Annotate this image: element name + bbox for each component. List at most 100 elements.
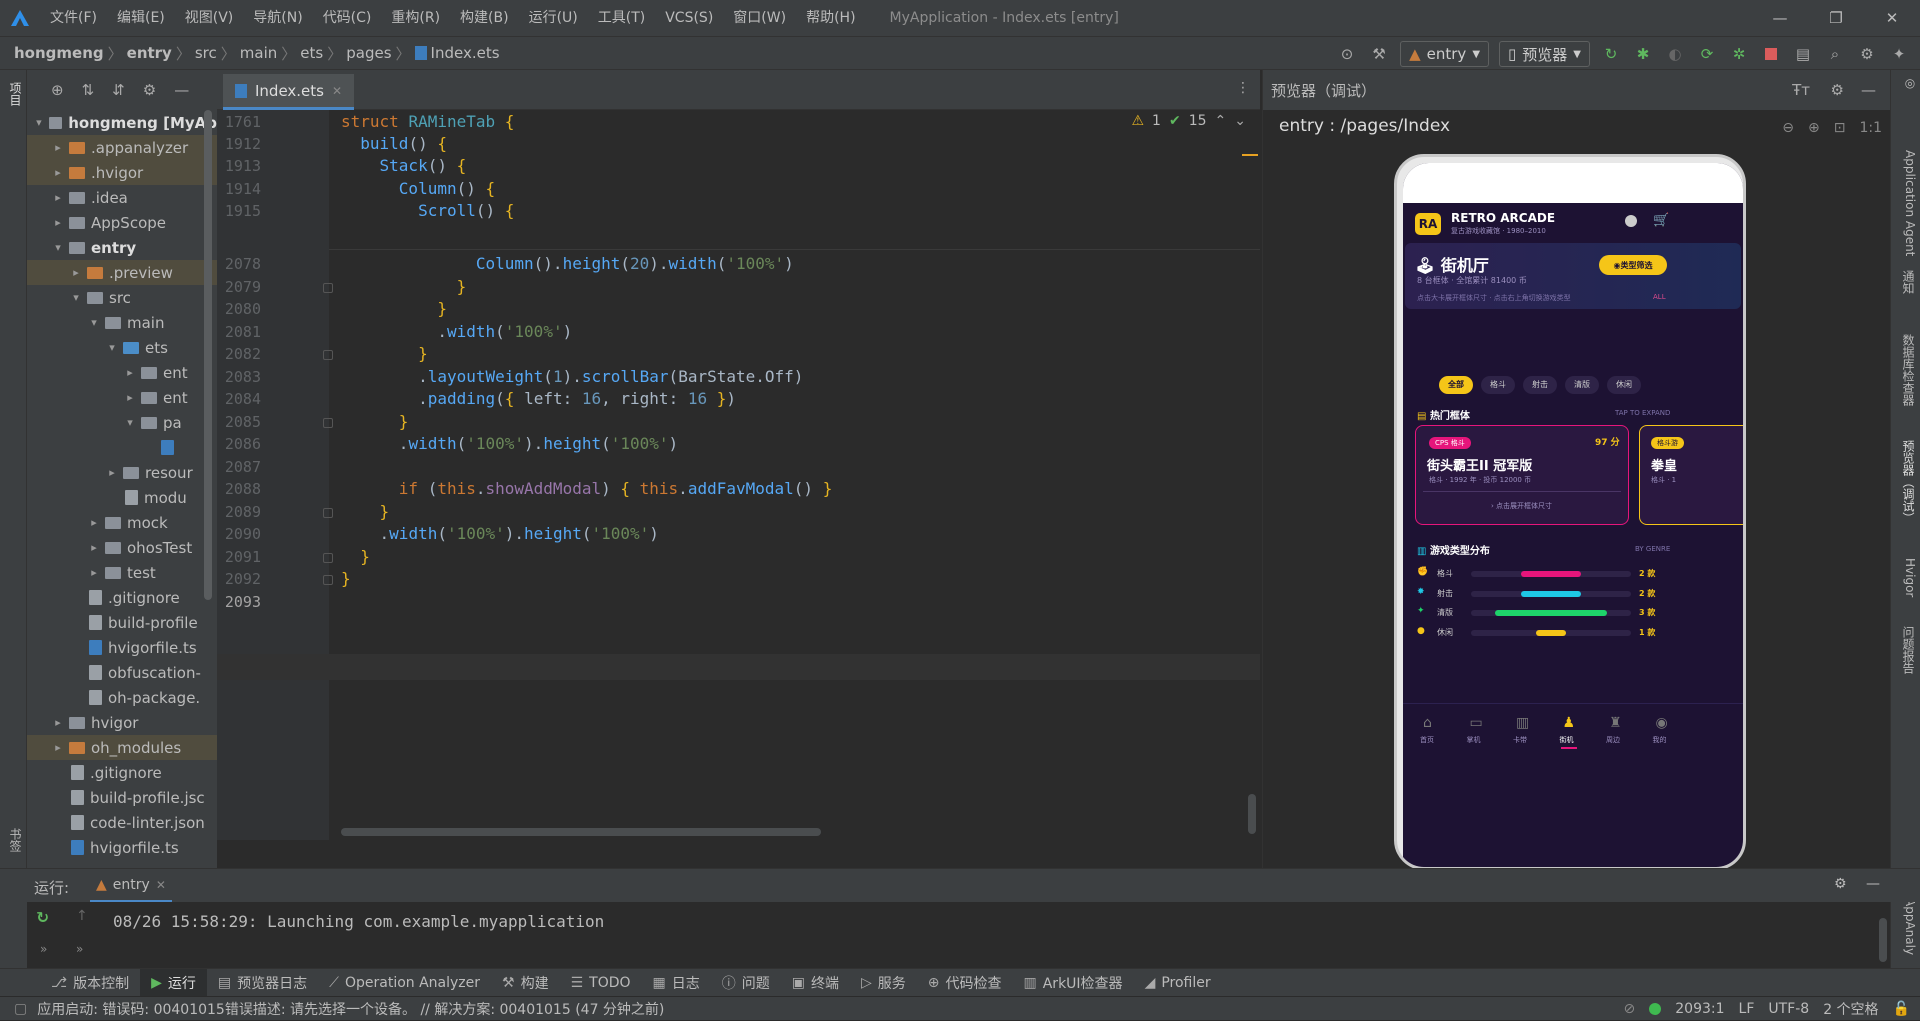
tree-item[interactable]: .gitignore [27, 585, 217, 610]
close-tab-icon[interactable]: ✕ [332, 84, 342, 98]
tab-application-agent[interactable]: Application Agent [1897, 150, 1917, 256]
locate-icon[interactable]: ⊕ [51, 81, 64, 99]
tree-item[interactable]: ▸ resour [27, 460, 217, 485]
settings-icon[interactable]: ⚙ [143, 81, 156, 99]
vertical-scrollbar[interactable] [1248, 794, 1256, 834]
chevron-right-icon[interactable]: ▸ [87, 541, 101, 554]
menu-item[interactable]: 文件(F) [40, 0, 107, 36]
tree-item[interactable]: ▸ ent [27, 385, 217, 410]
chevron-right-icon[interactable]: ▸ [51, 141, 65, 154]
apply-changes-icon[interactable]: ⟳ [1696, 43, 1718, 65]
menu-item[interactable]: 代码(C) [313, 0, 382, 36]
fold-marker-icon[interactable] [323, 283, 333, 293]
tree-item[interactable]: ▸ .preview [27, 260, 217, 285]
menu-item[interactable]: 视图(V) [175, 0, 244, 36]
tree-item[interactable]: hvigorfile.ts [27, 635, 217, 660]
breadcrumb-item[interactable]: entry [127, 44, 172, 62]
genre-chip[interactable]: 全部 [1439, 376, 1473, 394]
menu-item[interactable]: 工具(T) [588, 0, 655, 36]
genre-chip[interactable]: 格斗 [1481, 376, 1515, 394]
status-message[interactable]: 应用启动: 错误码: 00401015错误描述: 请先选择一个设备。 // 解决… [37, 999, 664, 1019]
tree-item[interactable]: modu [27, 485, 217, 510]
console-scrollbar[interactable] [1879, 918, 1887, 962]
restore-icon[interactable]: ❐ [1808, 0, 1864, 36]
font-icon[interactable]: Ŧт [1792, 81, 1810, 99]
hide-icon[interactable]: — [1866, 876, 1880, 892]
expand-icon[interactable]: » [40, 942, 47, 956]
run-tab-entry[interactable]: ▲ entry ✕ [90, 869, 172, 903]
tool-window-button[interactable]: ⊕ 代码检查 [917, 969, 1013, 997]
hide-icon[interactable]: — [174, 81, 189, 99]
menu-item[interactable]: 导航(N) [243, 0, 312, 36]
fold-marker-icon[interactable] [323, 418, 333, 428]
attach-icon[interactable]: ◐ [1664, 43, 1686, 65]
tab-hvigor[interactable]: Hvigor [1897, 558, 1917, 597]
close-tab-icon[interactable]: ✕ [156, 878, 166, 892]
chevron-right-icon[interactable]: ▸ [51, 191, 65, 204]
tree-item[interactable]: ▸ ohosTest [27, 535, 217, 560]
chevron-right-icon[interactable]: ▸ [51, 741, 65, 754]
lock-icon[interactable]: 🔓 [1893, 1001, 1910, 1017]
tree-item[interactable]: ▸ oh_modules [27, 735, 217, 760]
settings-icon[interactable]: ⚙ [1831, 81, 1844, 99]
more-icon[interactable]: ⋮ [1236, 80, 1250, 96]
breadcrumb-item[interactable]: pages [346, 44, 391, 62]
tool-window-button[interactable]: ⟋ Operation Analyzer [318, 969, 491, 997]
tool-window-button[interactable]: ▷ 服务 [850, 969, 917, 997]
chevron-right-icon[interactable]: ▸ [69, 266, 83, 279]
zoom-in-icon[interactable]: ⊕ [1808, 120, 1820, 136]
nav-label[interactable]: 掌机 [1467, 735, 1481, 745]
inspection-widget[interactable]: ⚠ 1 ✔ 15 ⌃ ⌄ [1131, 110, 1246, 132]
caret-position[interactable]: 2093:1 [1675, 1001, 1724, 1017]
fit-icon[interactable]: ⊡ [1834, 120, 1846, 136]
debug-icon[interactable]: ✱ [1632, 43, 1654, 65]
hammer-icon[interactable]: ⚒ [1368, 43, 1390, 65]
menu-item[interactable]: 编辑(E) [107, 0, 175, 36]
merch-icon[interactable]: ♜ [1609, 715, 1622, 731]
tree-item[interactable]: ▸ AppScope [27, 210, 217, 235]
nav-label[interactable]: 首页 [1420, 735, 1434, 745]
tree-item[interactable]: ▸ .appanalyzer [27, 135, 217, 160]
fold-marker-icon[interactable] [323, 553, 333, 563]
handheld-icon[interactable]: ▭ [1470, 715, 1483, 731]
nav-label[interactable]: 卡带 [1513, 735, 1527, 745]
run-config-select[interactable]: ▲ entry ▼ [1400, 41, 1490, 67]
tool-window-button[interactable]: ▦ 日志 [642, 969, 711, 997]
tree-item[interactable]: ▾ hongmeng [MyAp [27, 110, 217, 135]
avatar-icon[interactable] [1625, 215, 1637, 227]
chevron-down-icon[interactable]: ▾ [51, 241, 65, 254]
chevron-down-icon[interactable]: ▾ [69, 291, 83, 304]
breadcrumb-item[interactable]: main [240, 44, 277, 62]
breadcrumb-item[interactable]: Index.ets [431, 44, 500, 62]
file-encoding[interactable]: UTF-8 [1768, 1001, 1809, 1017]
chevron-right-icon[interactable]: ▸ [51, 166, 65, 179]
search-icon[interactable]: ⌕ [1824, 43, 1846, 65]
chevron-down-icon[interactable]: ▾ [123, 416, 137, 429]
joystick-icon[interactable]: ♟ [1563, 715, 1576, 731]
up-icon[interactable]: ↑ [76, 908, 88, 924]
tree-item[interactable]: code-linter.json [27, 810, 217, 835]
minimize-icon[interactable]: — [1752, 0, 1808, 36]
tree-item[interactable]: ▸ hvigor [27, 710, 217, 735]
status-indicator-icon[interactable] [1649, 1003, 1662, 1015]
tree-item[interactable]: obfuscation- [27, 660, 217, 685]
expand-all-icon[interactable]: ⇅ [82, 81, 95, 99]
tree-item[interactable]: ▾ ets [27, 335, 217, 360]
code-editor[interactable]: 1761 1912 1913 1914 1915 struct RAMineTa… [217, 110, 1260, 840]
genre-chip[interactable]: 休闲 [1607, 376, 1641, 394]
tree-item[interactable]: build-profile [27, 610, 217, 635]
notifications-bell-icon[interactable]: ◎ [1897, 76, 1917, 90]
chevron-right-icon[interactable]: ▸ [87, 566, 101, 579]
tool-window-button[interactable]: ▣ 终端 [781, 969, 850, 997]
tree-scrollbar[interactable] [204, 110, 212, 600]
horizontal-scrollbar[interactable] [341, 828, 821, 836]
tree-item[interactable]: ▸ .hvigor [27, 160, 217, 185]
tree-item[interactable]: .gitignore [27, 760, 217, 785]
zoom-out-icon[interactable]: ⊖ [1782, 120, 1794, 136]
profile-icon[interactable]: ◉ [1656, 715, 1668, 731]
tree-item[interactable]: ▸ .idea [27, 185, 217, 210]
chevron-right-icon[interactable]: ▸ [51, 716, 65, 729]
app-screen[interactable]: RA RETRO ARCADE 复古游戏收藏馆 · 1980–2010 🛒 🕹 … [1403, 163, 1743, 867]
project-tab[interactable]: 项目 [4, 82, 24, 106]
layout-icon[interactable]: ▢ [14, 1001, 27, 1017]
